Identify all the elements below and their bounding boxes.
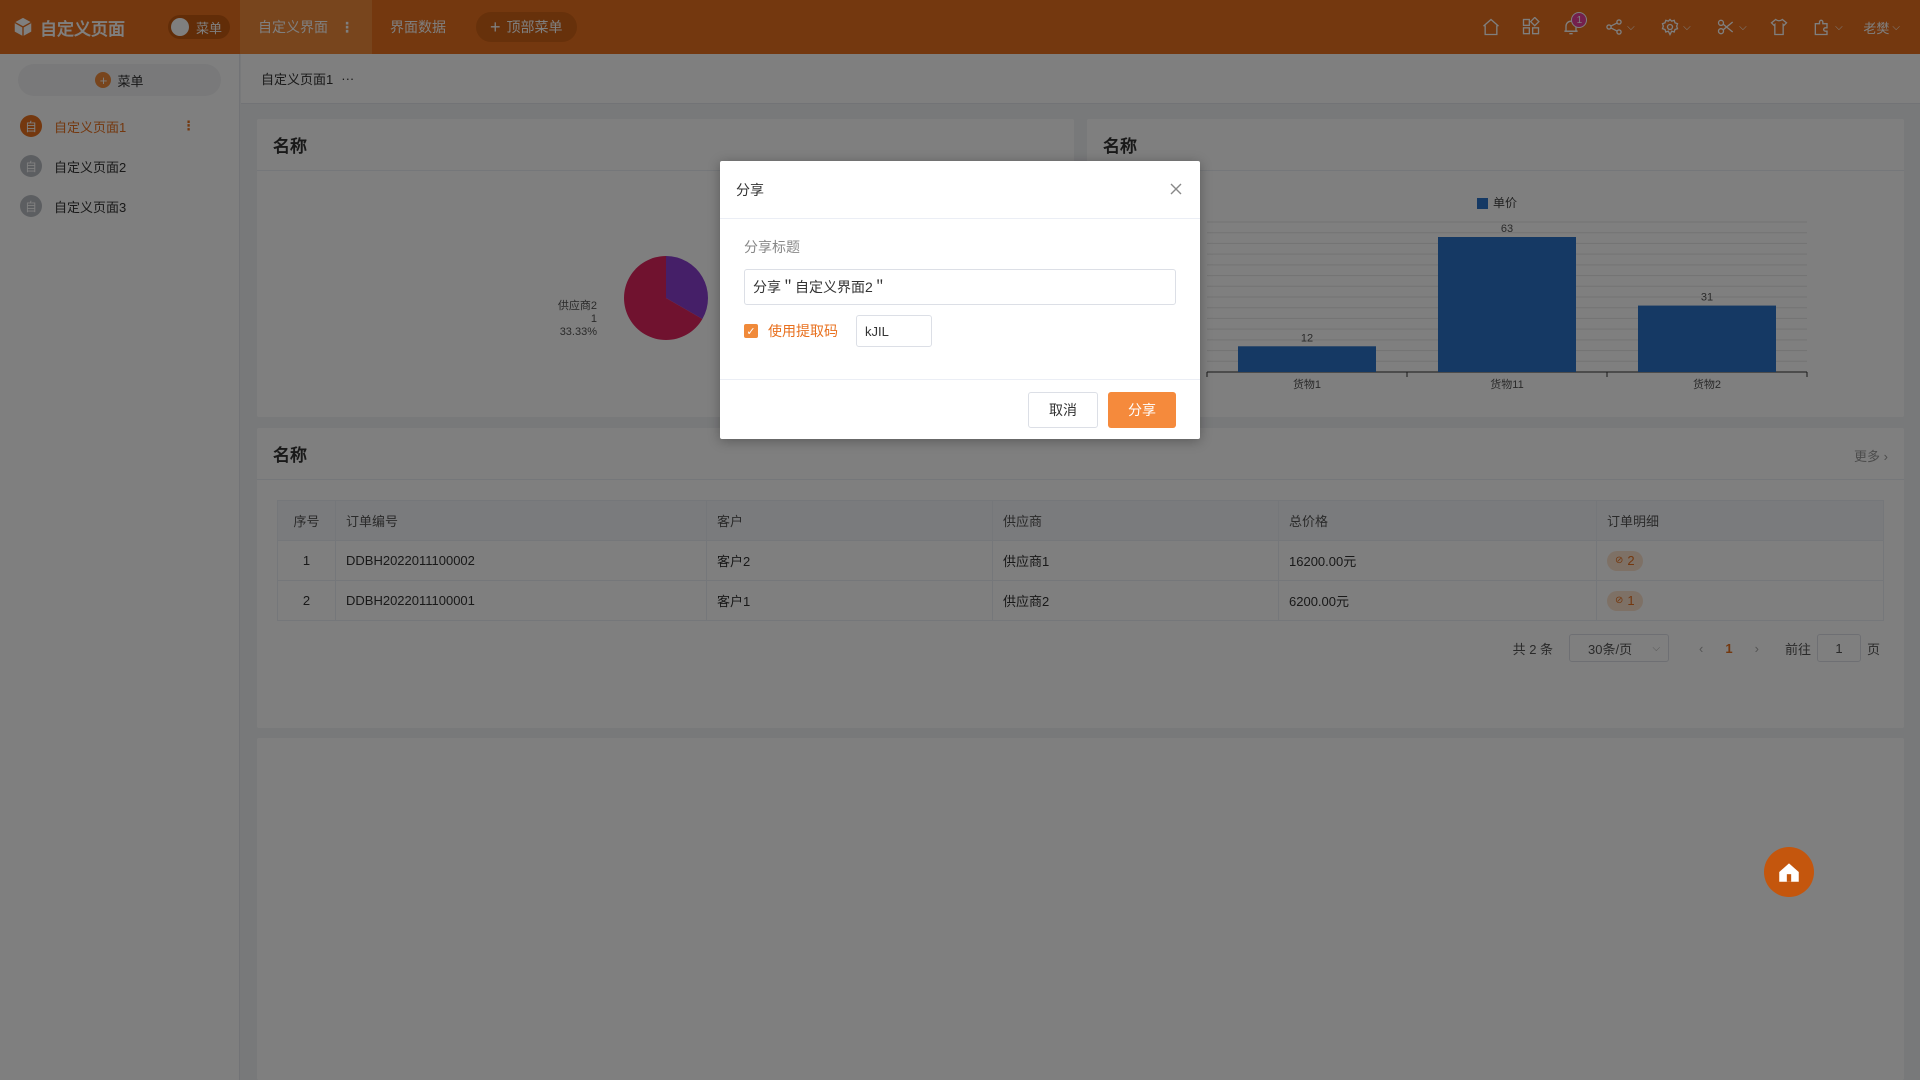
floating-home-button[interactable] bbox=[1764, 847, 1814, 897]
share-dialog: 分享 分享标题 分享＂自定义界面2＂ ✓ 使用提取码 kJIL 取消 分享 bbox=[720, 161, 1200, 439]
home-icon bbox=[1779, 863, 1799, 882]
use-code-label[interactable]: 使用提取码 bbox=[768, 321, 838, 341]
share-title-label: 分享标题 bbox=[744, 239, 800, 255]
use-code-checkbox[interactable]: ✓ bbox=[744, 324, 758, 338]
share-button[interactable]: 分享 bbox=[1108, 391, 1176, 428]
close-icon[interactable] bbox=[1168, 181, 1184, 197]
dialog-header: 分享 bbox=[720, 161, 1200, 219]
dialog-body: 分享标题 分享＂自定义界面2＂ ✓ 使用提取码 kJIL bbox=[720, 219, 1200, 347]
code-row: ✓ 使用提取码 kJIL bbox=[744, 315, 1176, 347]
dialog-footer: 取消 分享 bbox=[720, 379, 1200, 439]
share-title-input[interactable]: 分享＂自定义界面2＂ bbox=[744, 269, 1176, 305]
cancel-button[interactable]: 取消 bbox=[1028, 391, 1098, 428]
code-input[interactable]: kJIL bbox=[856, 315, 932, 347]
dialog-title: 分享 bbox=[736, 181, 764, 198]
